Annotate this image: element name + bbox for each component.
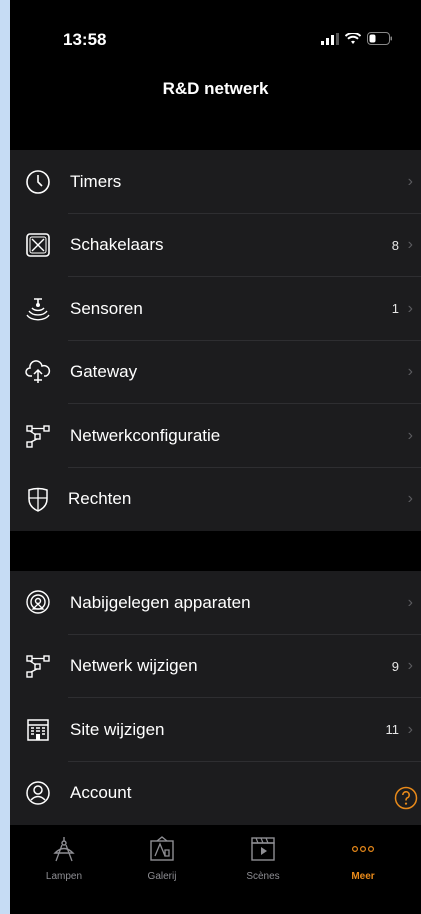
status-bar: 13:58 bbox=[10, 0, 421, 70]
gallery-icon bbox=[150, 836, 174, 861]
shield-icon bbox=[24, 485, 52, 513]
clapperboard-icon bbox=[251, 837, 275, 861]
menu-item-label: Netwerk wijzigen bbox=[70, 656, 198, 676]
menu-item-account[interactable]: Account bbox=[10, 762, 421, 826]
more-icon bbox=[351, 846, 375, 853]
tab-label: Meer bbox=[351, 871, 375, 882]
item-count: 9 bbox=[391, 658, 399, 674]
tab-scenes[interactable]: Scènes bbox=[223, 836, 303, 882]
signal-icon bbox=[321, 32, 339, 45]
sensor-icon bbox=[24, 295, 52, 323]
menu-item-rechten[interactable]: Rechten › bbox=[10, 468, 421, 532]
account-icon bbox=[24, 779, 52, 807]
chevron-right-icon: › bbox=[407, 299, 413, 317]
status-icons bbox=[321, 32, 393, 45]
wifi-icon bbox=[345, 32, 361, 44]
menu-item-label: Account bbox=[70, 783, 132, 803]
menu-item-netwerkconfiguratie[interactable]: Netwerkconfiguratie › bbox=[10, 404, 421, 468]
chevron-right-icon: › bbox=[407, 172, 413, 190]
menu-item-label: Rechten bbox=[68, 489, 132, 509]
page-title: R&D netwerk bbox=[162, 79, 269, 98]
chevron-right-icon: › bbox=[407, 720, 413, 738]
chevron-right-icon: › bbox=[407, 363, 413, 381]
building-icon bbox=[24, 716, 52, 744]
tab-label: Galerij bbox=[147, 871, 177, 882]
menu-item-nabijgelegen-apparaten[interactable]: Nabijgelegen apparaten › bbox=[10, 571, 421, 635]
menu-item-sensoren[interactable]: Sensoren 1 › bbox=[10, 277, 421, 341]
settings-group-main: Timers › Schakelaars 8 › Sensoren 1 › Ga… bbox=[10, 150, 421, 531]
menu-item-schakelaars[interactable]: Schakelaars 8 › bbox=[10, 214, 421, 277]
tab-label: Scènes bbox=[246, 871, 280, 882]
nearby-devices-icon bbox=[24, 589, 52, 617]
menu-item-site-wijzigen[interactable]: Site wijzigen 11 › bbox=[10, 698, 421, 762]
app-screen: 13:58 R&D netwerk Timers › Schakelaars 8… bbox=[10, 0, 421, 914]
tab-label: Lampen bbox=[45, 871, 83, 882]
switch-icon bbox=[24, 231, 52, 259]
battery-icon bbox=[367, 32, 392, 45]
cloud-upload-icon bbox=[24, 358, 52, 386]
menu-item-timers[interactable]: Timers › bbox=[10, 150, 421, 214]
clock-icon bbox=[24, 168, 52, 196]
help-icon[interactable] bbox=[394, 786, 418, 810]
menu-item-gateway[interactable]: Gateway › bbox=[10, 341, 421, 404]
menu-item-label: Schakelaars bbox=[70, 235, 164, 255]
menu-item-netwerk-wijzigen[interactable]: Netwerk wijzigen 9 › bbox=[10, 635, 421, 698]
chevron-right-icon: › bbox=[407, 657, 413, 675]
chevron-right-icon: › bbox=[407, 593, 413, 611]
network-icon bbox=[24, 652, 52, 680]
menu-item-label: Nabijgelegen apparaten bbox=[70, 592, 251, 612]
menu-item-label: Site wijzigen bbox=[70, 719, 165, 739]
tab-lampen[interactable]: Lampen bbox=[24, 836, 104, 882]
menu-item-label: Gateway bbox=[70, 362, 138, 382]
tab-meer[interactable]: Meer bbox=[323, 836, 403, 882]
status-time: 13:58 bbox=[63, 30, 107, 49]
tab-bar: Lampen Galerij Scènes Meer bbox=[10, 826, 421, 914]
network-icon bbox=[24, 422, 52, 450]
menu-item-label: Netwerkconfiguratie bbox=[70, 425, 221, 445]
menu-item-label: Sensoren bbox=[70, 298, 143, 318]
menu-item-label: Timers bbox=[70, 171, 122, 191]
item-count: 11 bbox=[385, 722, 400, 738]
settings-group-secondary: Nabijgelegen apparaten › Netwerk wijzige… bbox=[10, 571, 421, 825]
lamp-icon bbox=[53, 837, 75, 862]
chevron-right-icon: › bbox=[407, 426, 413, 444]
item-count: 1 bbox=[391, 301, 399, 317]
item-count: 8 bbox=[391, 237, 399, 253]
tab-galerij[interactable]: Galerij bbox=[122, 836, 202, 882]
chevron-right-icon: › bbox=[407, 236, 413, 254]
chevron-right-icon: › bbox=[407, 490, 413, 508]
